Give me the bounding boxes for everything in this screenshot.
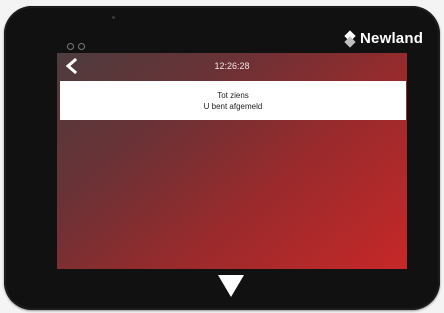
camera-dot [112, 16, 115, 19]
triangle-down-icon [218, 275, 244, 297]
brand-name: Newland [360, 30, 424, 47]
screen: 12:26:28 Tot ziens U bent afgemeld [57, 53, 407, 269]
message-title: Tot ziens [217, 90, 249, 100]
message-subtitle: U bent afgemeld [203, 101, 263, 111]
clock: 12:26:28 [214, 61, 250, 71]
light-sensor-icon [67, 43, 74, 50]
nav-down-button[interactable] [218, 275, 244, 297]
top-bar: 12:26:28 [57, 53, 407, 80]
newland-logo-icon [344, 33, 356, 45]
message-panel: Tot ziens U bent afgemeld [60, 81, 406, 120]
sensor-icons [67, 43, 85, 50]
brand-logo: Newland [344, 30, 423, 47]
proximity-sensor-icon [78, 43, 85, 50]
